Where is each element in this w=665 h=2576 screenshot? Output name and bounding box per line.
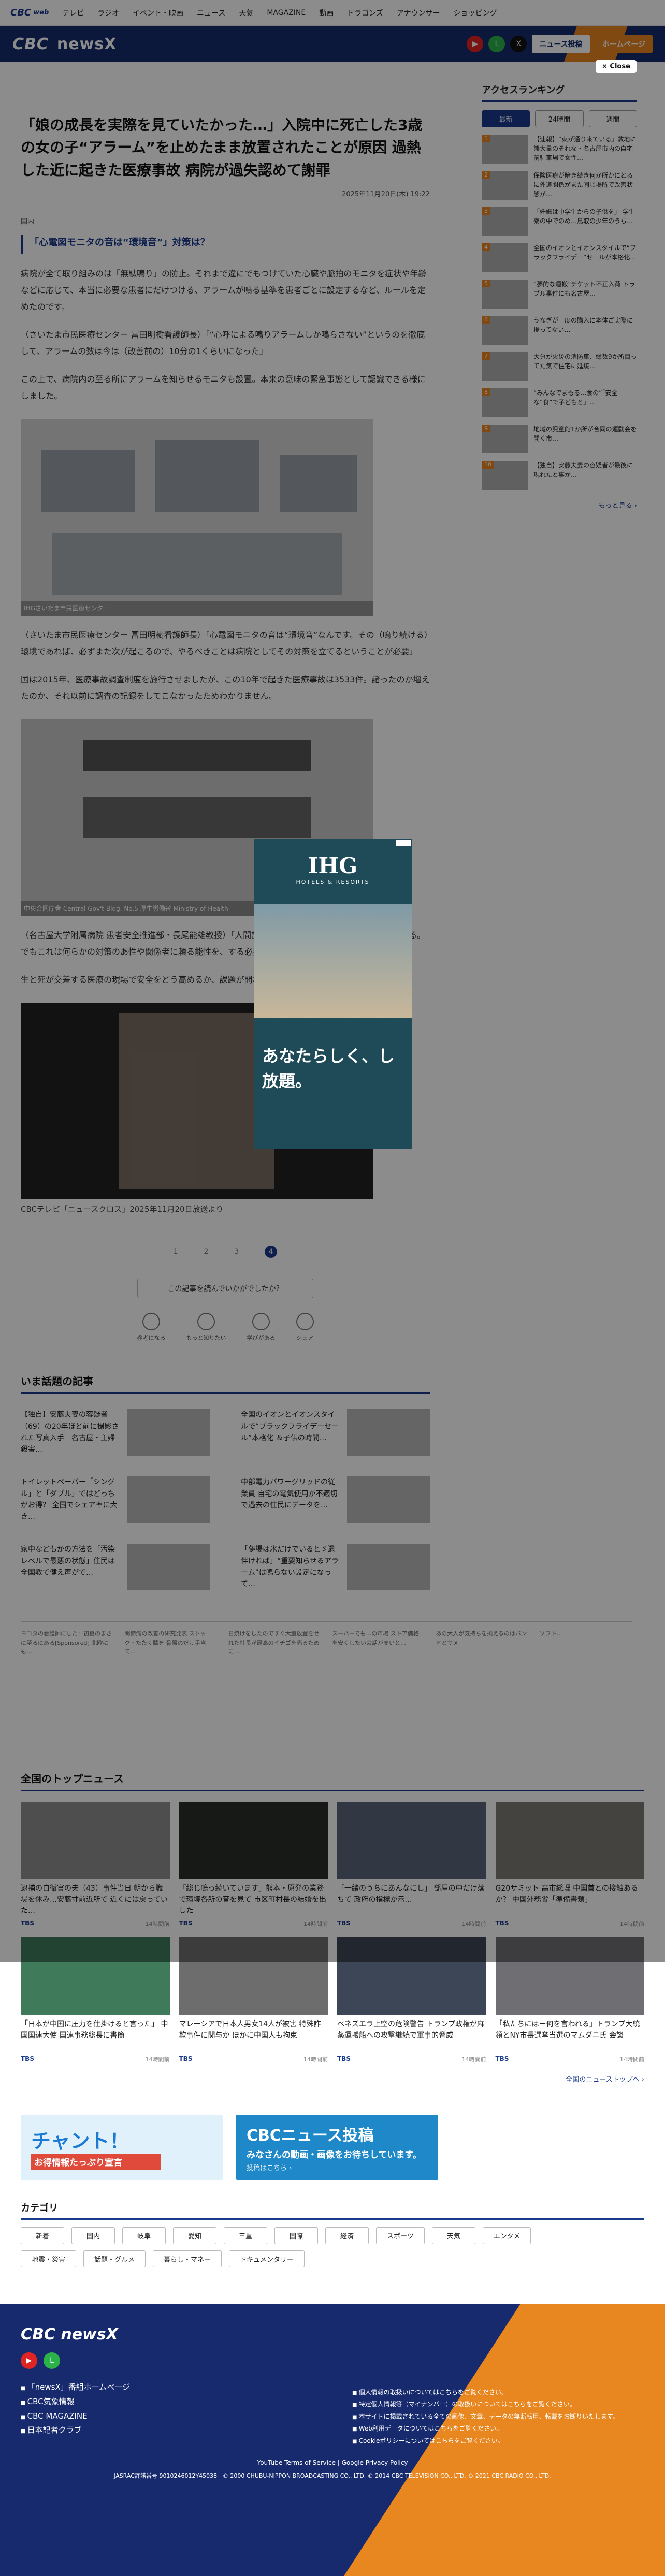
category-chips: 新着 国内 岐阜 愛知 三重 国際 経済 スポーツ 天気 エンタメ 地震・災害 … <box>21 2227 549 2267</box>
policy-link[interactable]: 特定個人情報等（マイナンバー）の取扱いについてはこちらをご覧ください。 <box>352 2398 619 2410</box>
footer-copyright: JASRAC許諾番号 9010246012Y45038 | © 2000 CHU… <box>114 2472 551 2479</box>
footer-terms[interactable]: YouTube Terms of Service | Google Privac… <box>0 2459 665 2466</box>
category-chip[interactable]: 国際 <box>274 2227 318 2244</box>
category-chip[interactable]: 新着 <box>21 2227 64 2244</box>
close-ad-button[interactable]: × Close <box>596 60 637 73</box>
policy-link[interactable]: 個人情報の取扱いについてはこちらをご覧ください。 <box>352 2387 619 2398</box>
banner-row: チャント！ お得情報たっぷり宣言 CBCニュース投稿 みなさんの動画・画像をお待… <box>21 2115 644 2180</box>
category-chip[interactable]: 暮らし・マネー <box>153 2250 222 2267</box>
category-section: カテゴリ 新着 国内 岐阜 愛知 三重 国際 経済 スポーツ 天気 エンタメ 地… <box>21 2201 644 2267</box>
footer-link[interactable]: 日本記者クラブ <box>21 2423 130 2438</box>
footer-link[interactable]: CBC気象情報 <box>21 2395 130 2409</box>
site-footer: CBC newsX ▶ L 「newsX」番組ホームページ CBC気象情報 CB… <box>0 2304 665 2576</box>
footer-links: 「newsX」番組ホームページ CBC気象情報 CBC MAGAZINE 日本記… <box>21 2380 130 2438</box>
footer-policy-links: 個人情報の取扱いについてはこちらをご覧ください。 特定個人情報等（マイナンバー）… <box>352 2387 619 2447</box>
youtube-icon[interactable]: ▶ <box>21 2352 37 2369</box>
line-icon[interactable]: L <box>44 2352 60 2369</box>
chant-banner[interactable]: チャント！ お得情報たっぷり宣言 <box>21 2115 223 2180</box>
ad-catchcopy: あなたらしく、し放題。 <box>262 1046 395 1091</box>
policy-link[interactable]: 本サイトに掲載されている全ての画像、文章、データの無断転用、転載をお断りいたしま… <box>352 2411 619 2423</box>
footer-link[interactable]: CBC MAGAZINE <box>21 2409 130 2424</box>
policy-link[interactable]: Cookieポリシーについてはこちらをご覧ください。 <box>352 2435 619 2447</box>
category-chip[interactable]: ドキュメンタリー <box>229 2250 305 2267</box>
category-chip[interactable]: 天気 <box>431 2227 475 2244</box>
footer-logo[interactable]: CBC newsX <box>21 2325 118 2344</box>
category-chip[interactable]: スポーツ <box>376 2227 425 2244</box>
footer-social: ▶ L <box>21 2352 60 2369</box>
ihg-subtitle: HOTELS & RESORTS <box>296 879 370 885</box>
footer-link[interactable]: 「newsX」番組ホームページ <box>21 2380 130 2395</box>
category-chip[interactable]: 地震・災害 <box>21 2250 77 2267</box>
category-chip[interactable]: 国内 <box>71 2227 115 2244</box>
category-title: カテゴリ <box>21 2201 644 2220</box>
category-chip[interactable]: 経済 <box>325 2227 369 2244</box>
category-chip[interactable]: 岐阜 <box>122 2227 166 2244</box>
category-chip[interactable]: 愛知 <box>173 2227 216 2244</box>
category-chip[interactable]: 三重 <box>224 2227 267 2244</box>
category-chip[interactable]: エンタメ <box>482 2227 531 2244</box>
news-post-banner[interactable]: CBCニュース投稿 みなさんの動画・画像をお待ちしています。 投稿はこちら › <box>236 2115 438 2180</box>
ihg-logo: IHG <box>308 853 358 879</box>
policy-link[interactable]: Web利用データについてはこちらをご覧ください。 <box>352 2423 619 2435</box>
ad-photo <box>254 904 412 1018</box>
category-chip[interactable]: 話題・グルメ <box>83 2250 146 2267</box>
national-more-link[interactable]: 全国のニューストップへ › <box>21 2074 644 2084</box>
interstitial-ad[interactable]: IHG HOTELS & RESORTS あなたらしく、し放題。 <box>254 839 412 1149</box>
ad-choices-icon[interactable] <box>396 840 411 846</box>
